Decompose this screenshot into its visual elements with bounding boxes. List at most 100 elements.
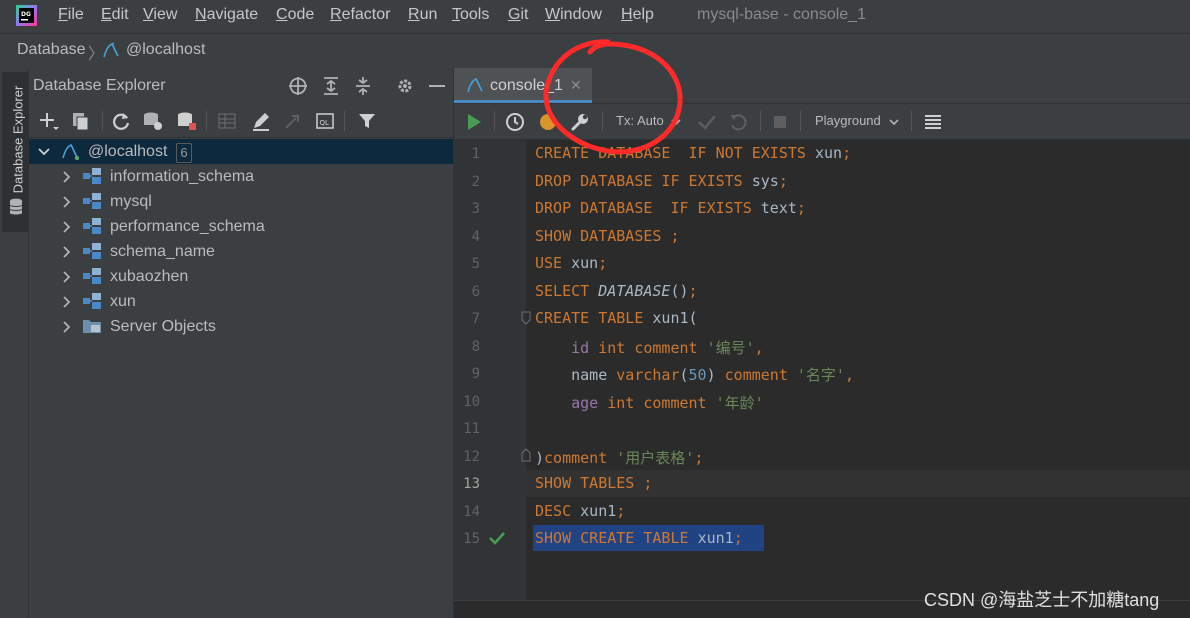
menu-navigate[interactable]: Navigate (195, 6, 258, 24)
chevron-right-icon[interactable] (60, 195, 74, 209)
menu-mnemonic: R (330, 6, 342, 23)
toolbar-divider (206, 111, 207, 131)
menu-run[interactable]: Run (408, 6, 437, 24)
breadcrumb-host[interactable]: @localhost (126, 41, 205, 59)
toolbar-divider (760, 111, 761, 131)
menu-code[interactable]: Code (276, 6, 314, 24)
tree-label-root: @localhost (88, 143, 168, 160)
expand-all-icon[interactable] (320, 75, 342, 97)
code-line: SHOW TABLES ; (535, 474, 652, 492)
line-number: 12 (463, 448, 480, 465)
filter-icon[interactable] (356, 110, 378, 132)
mysql-icon (103, 42, 119, 58)
menu-label: ools (460, 6, 490, 23)
code-token: '年龄' (715, 393, 764, 412)
chevron-down-icon[interactable] (37, 145, 51, 159)
table-icon[interactable] (216, 110, 238, 132)
code-line: SHOW DATABASES ; (535, 227, 680, 245)
code-token: CREATE TABLE (535, 309, 653, 327)
tree-label: mysql (110, 193, 152, 210)
code-token: varchar (616, 366, 680, 384)
disconnect-icon[interactable] (176, 110, 198, 132)
code-token: '编号' (706, 338, 755, 357)
menu-window[interactable]: Window (545, 6, 602, 24)
datagrip-logo-icon: DG (16, 5, 37, 26)
line-number: 6 (471, 283, 480, 300)
code-token: ; (796, 199, 806, 217)
tree-label: performance_schema (110, 218, 265, 235)
gear-icon[interactable] (394, 75, 416, 97)
breadcrumb-database[interactable]: Database (17, 41, 86, 59)
chevron-right-icon[interactable] (60, 270, 74, 284)
code-token: , (844, 366, 854, 384)
chevron-right-icon[interactable] (60, 170, 74, 184)
line-number: 7 (471, 311, 480, 327)
copy-icon[interactable] (70, 110, 92, 132)
code-token: DESC (535, 501, 581, 520)
collapse-all-icon[interactable] (352, 75, 374, 97)
schema-settings-icon[interactable] (142, 110, 164, 132)
watermark: CSDN @海盐芝士不加糖tang (924, 590, 1160, 610)
schema-icon (83, 193, 101, 209)
toolbar-divider (911, 111, 912, 131)
menu-label: elp (632, 6, 654, 23)
menu-refactor[interactable]: Refactor (330, 6, 390, 24)
code-token: '名字' (796, 366, 845, 384)
code-token: ; (688, 281, 698, 300)
fold-marker-icon[interactable] (520, 448, 532, 462)
tree-label: xubaozhen (110, 268, 189, 285)
menu-help[interactable]: Help (621, 6, 654, 24)
code-token: text (760, 199, 797, 217)
line-number: 10 (463, 393, 480, 410)
refresh-icon[interactable] (110, 110, 132, 132)
menu-edit[interactable]: Edit (101, 6, 129, 24)
chevron-right-icon[interactable] (60, 295, 74, 309)
edit-icon[interactable] (250, 110, 272, 132)
code-line: id int comment '编号', (535, 337, 764, 358)
database-icon (9, 198, 23, 215)
add-icon[interactable] (38, 110, 60, 132)
toolbar-divider (102, 111, 103, 131)
code-token: , (754, 338, 764, 357)
menu-file[interactable]: File (58, 6, 84, 24)
menu-git[interactable]: Git (508, 6, 528, 24)
annotation-circle (543, 39, 683, 155)
run-icon[interactable] (463, 111, 485, 133)
line-number: 11 (463, 421, 480, 437)
minimize-icon[interactable] (426, 75, 448, 97)
code-token: xun1( (652, 309, 698, 327)
schema-icon (83, 243, 101, 259)
query-console-icon[interactable]: QL (314, 110, 336, 132)
mysql-icon (62, 143, 79, 160)
stop-icon[interactable] (769, 111, 791, 133)
chevron-right-icon[interactable] (60, 220, 74, 234)
code-token: age (571, 393, 599, 412)
playground-dropdown[interactable]: Playground (815, 113, 881, 128)
code-line: USE xun; (535, 254, 607, 272)
code-token: ; (842, 144, 852, 162)
rollback-icon[interactable] (727, 111, 749, 133)
menu-mnemonic: F (58, 6, 68, 23)
table-layout-icon[interactable] (922, 111, 944, 133)
menu-tools[interactable]: Tools (452, 6, 489, 24)
code-token: DROP DATABASE IF EXISTS (535, 171, 752, 190)
history-icon[interactable] (504, 111, 526, 133)
jump-to-source-icon[interactable] (282, 110, 304, 132)
mysql-icon (467, 77, 483, 93)
chevron-down-icon[interactable] (888, 116, 900, 128)
menu-label: it (520, 6, 529, 23)
commit-icon[interactable] (696, 111, 718, 133)
menu-view[interactable]: View (143, 6, 177, 24)
menu-label: iew (153, 6, 178, 23)
schema-icon (83, 268, 101, 284)
code-token: comment (724, 366, 797, 384)
menu-mnemonic: E (101, 6, 112, 23)
crosshair-icon[interactable] (287, 75, 309, 97)
chevron-right-icon[interactable] (60, 320, 74, 334)
chevron-right-icon[interactable] (60, 245, 74, 259)
fold-marker-icon[interactable] (520, 311, 532, 325)
line-number: 14 (463, 503, 480, 520)
menu-label: avigate (206, 6, 259, 23)
code-token: ; (694, 448, 704, 467)
